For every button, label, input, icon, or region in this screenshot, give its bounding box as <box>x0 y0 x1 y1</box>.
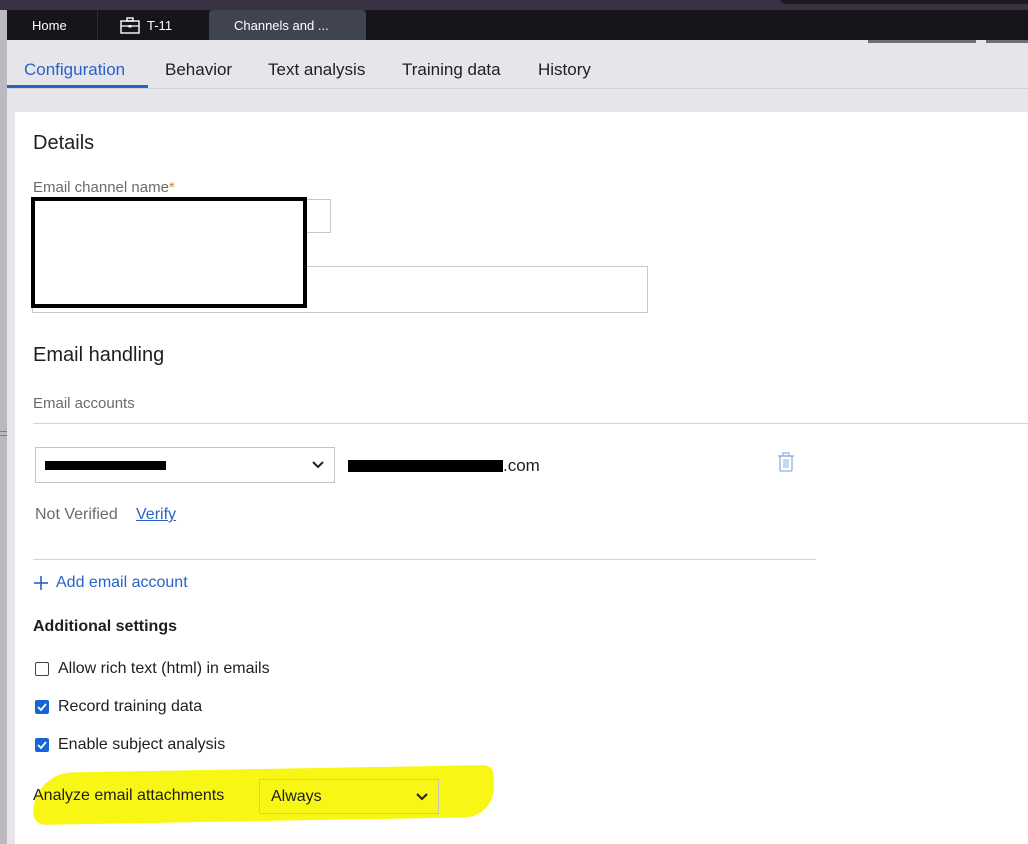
email-handling-heading: Email handling <box>33 344 165 366</box>
channel-name-label-text: Email channel name <box>33 179 169 196</box>
details-heading: Details <box>33 132 95 154</box>
plus-icon <box>34 576 48 590</box>
chevron-down-icon <box>312 461 324 469</box>
verify-link[interactable]: Verify <box>136 506 176 524</box>
record-training-checkbox[interactable] <box>35 700 49 714</box>
record-training-option[interactable]: Record training data <box>35 698 202 716</box>
tab-channels[interactable]: Channels and ... <box>209 10 366 40</box>
redacted-region <box>31 197 307 308</box>
add-email-account-label: Add email account <box>56 574 188 591</box>
analyze-attachments-label: Analyze email attachments <box>33 787 225 804</box>
window-top-pill <box>780 0 1028 4</box>
accounts-divider-bottom <box>33 559 816 560</box>
rich-text-label: Allow rich text (html) in emails <box>58 660 270 677</box>
tab-home[interactable]: Home <box>7 10 97 40</box>
verification-status: Not Verified <box>35 506 118 523</box>
redacted-account-name <box>45 461 166 470</box>
tab-case[interactable]: T-11 <box>97 10 209 40</box>
required-marker: * <box>168 179 175 196</box>
subtab-history[interactable]: History <box>538 60 591 80</box>
subtab-text-analysis[interactable]: Text analysis <box>268 60 365 80</box>
checkmark-icon <box>37 741 47 749</box>
channel-description-input-edge <box>32 308 308 313</box>
active-subtab-indicator <box>7 85 148 88</box>
subject-analysis-label: Enable subject analysis <box>58 736 226 753</box>
resize-grip[interactable] <box>0 431 7 432</box>
tab-case-label: T-11 <box>147 17 173 33</box>
tab-home-label: Home <box>32 17 67 33</box>
resize-grip-line <box>0 435 7 436</box>
chevron-down-icon <box>416 792 428 800</box>
add-email-account-button[interactable]: Add email account <box>33 574 188 592</box>
subtab-behavior[interactable]: Behavior <box>165 60 232 80</box>
trash-icon[interactable] <box>776 451 796 473</box>
redacted-email-address <box>348 460 503 472</box>
analyze-attachments-value: Always <box>271 788 322 805</box>
subtab-training-data[interactable]: Training data <box>402 60 501 80</box>
additional-settings-heading: Additional settings <box>33 618 177 635</box>
channel-description-input[interactable] <box>307 266 648 313</box>
rich-text-checkbox[interactable] <box>35 662 49 676</box>
tab-channels-label: Channels and ... <box>234 17 329 33</box>
email-account-select[interactable] <box>35 447 335 483</box>
record-training-label: Record training data <box>58 698 203 715</box>
rich-text-option[interactable]: Allow rich text (html) in emails <box>35 660 270 678</box>
checkmark-icon <box>37 703 47 711</box>
channel-name-label: Email channel name* <box>33 179 175 196</box>
subject-analysis-checkbox[interactable] <box>35 738 49 752</box>
sub-tab-bar: Configuration Behavior Text analysis Tra… <box>7 43 1028 89</box>
subtab-configuration[interactable]: Configuration <box>24 60 125 80</box>
accounts-divider-top <box>33 423 1028 424</box>
email-accounts-label: Email accounts <box>33 395 135 412</box>
channel-name-input[interactable] <box>307 199 331 233</box>
window-top-strip <box>0 0 1028 10</box>
left-rail <box>0 10 7 844</box>
subject-analysis-option[interactable]: Enable subject analysis <box>35 736 225 754</box>
account-domain: .com <box>503 456 540 475</box>
briefcase-icon <box>120 16 140 34</box>
analyze-attachments-select[interactable]: Always <box>259 779 439 814</box>
